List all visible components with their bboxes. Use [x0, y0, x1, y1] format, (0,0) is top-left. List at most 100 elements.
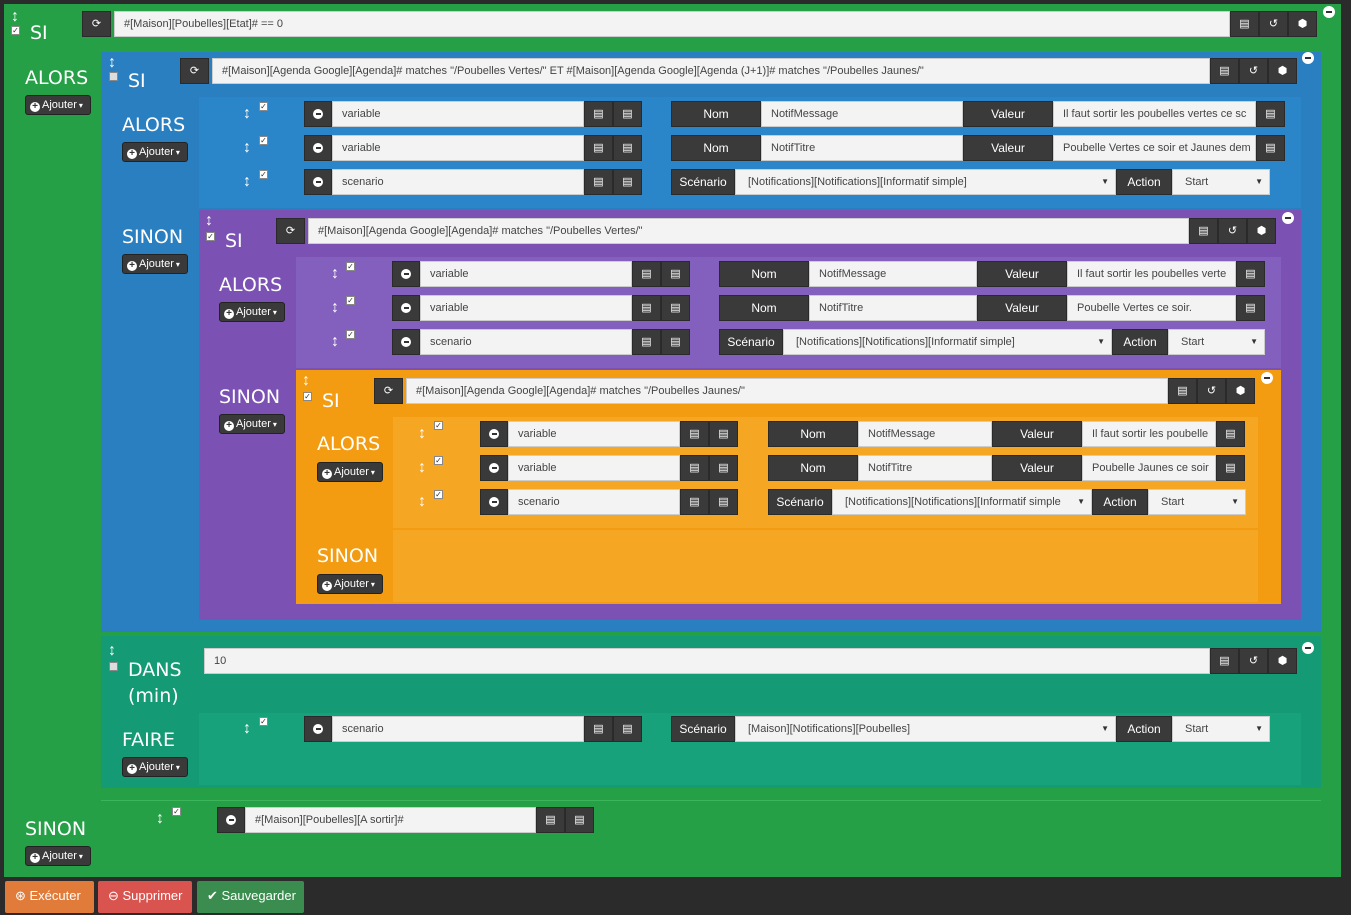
list-icon[interactable]: ▤ — [565, 807, 594, 833]
enable-checkbox[interactable]: ✓ — [206, 232, 215, 241]
enable-checkbox[interactable]: ✓ — [346, 262, 355, 271]
save-button[interactable]: ✔ Sauvegarder — [197, 881, 304, 913]
remove-action-icon[interactable] — [480, 489, 508, 515]
refresh-icon[interactable]: ⟳ — [82, 11, 111, 37]
enable-checkbox[interactable]: ✓ — [346, 296, 355, 305]
list-icon[interactable]: ▤ — [1216, 455, 1245, 481]
list-icon[interactable]: ▤ — [661, 295, 690, 321]
remove-action-icon[interactable] — [304, 135, 332, 161]
list-icon[interactable]: ▤ — [1236, 295, 1265, 321]
list-icon[interactable]: ▤ — [613, 101, 642, 127]
option-value-input[interactable]: Poubelle Vertes ce soir et Jaunes dem — [1053, 135, 1256, 161]
remove-action-icon[interactable] — [304, 101, 332, 127]
refresh-icon[interactable]: ⟳ — [180, 58, 209, 84]
move-handle-icon[interactable]: ↕ — [243, 140, 251, 156]
remove-action-icon[interactable] — [480, 455, 508, 481]
remove-action-icon[interactable] — [217, 807, 245, 833]
add-button[interactable]: + Ajouter ▾ — [219, 302, 285, 322]
list-icon[interactable]: ▤ — [613, 169, 642, 195]
option-value-input[interactable]: NotifTitre — [809, 295, 977, 321]
enable-checkbox[interactable]: ✓ — [259, 170, 268, 179]
option-value-input[interactable]: NotifTitre — [858, 455, 992, 481]
list-icon[interactable]: ▤ — [632, 261, 661, 287]
add-button[interactable]: + Ajouter ▾ — [25, 95, 91, 115]
add-button[interactable]: + Ajouter ▾ — [219, 414, 285, 434]
move-handle-icon[interactable]: ↕ — [331, 334, 339, 350]
enable-checkbox[interactable] — [109, 72, 118, 81]
remove-action-icon[interactable] — [304, 169, 332, 195]
condition-input[interactable]: #[Maison][Agenda Google][Agenda]# matche… — [212, 58, 1210, 84]
scenario-select[interactable]: [Notifications][Notifications][Informati… — [832, 489, 1092, 515]
enable-checkbox[interactable]: ✓ — [259, 136, 268, 145]
list-icon[interactable]: ▤ — [632, 295, 661, 321]
scenario-select[interactable]: [Maison][Notifications][Poubelles] ▼ — [735, 716, 1116, 742]
list-icon[interactable]: ▤ — [1216, 421, 1245, 447]
action-command-input[interactable]: variable — [420, 261, 632, 287]
scenario-select[interactable]: [Notifications][Notifications][Informati… — [783, 329, 1112, 355]
remove-block-icon[interactable] — [1282, 212, 1294, 224]
execute-button[interactable]: ⊛ Exécuter — [5, 881, 94, 913]
move-handle-icon[interactable]: ↕ — [108, 643, 116, 659]
action-command-input[interactable]: variable — [420, 295, 632, 321]
action-command-input[interactable]: scenario — [508, 489, 680, 515]
remove-block-icon[interactable] — [1323, 6, 1335, 18]
remove-action-icon[interactable] — [392, 295, 420, 321]
action-command-input[interactable]: scenario — [332, 716, 584, 742]
enable-checkbox[interactable] — [109, 662, 118, 671]
action-command-input[interactable]: variable — [508, 421, 680, 447]
cube-icon[interactable]: ⬢ — [1226, 378, 1255, 404]
list-icon[interactable]: ▤ — [584, 101, 613, 127]
remove-action-icon[interactable] — [392, 261, 420, 287]
refresh-icon[interactable]: ⟳ — [374, 378, 403, 404]
move-handle-icon[interactable]: ↕ — [331, 266, 339, 282]
move-handle-icon[interactable]: ↕ — [418, 494, 426, 510]
history-icon[interactable]: ↺ — [1259, 11, 1288, 37]
move-handle-icon[interactable]: ↕ — [243, 174, 251, 190]
move-handle-icon[interactable]: ↕ — [156, 811, 164, 827]
list-icon[interactable]: ▤ — [1168, 378, 1197, 404]
enable-checkbox[interactable]: ✓ — [434, 456, 443, 465]
action-command-input[interactable]: scenario — [420, 329, 632, 355]
list-icon[interactable]: ▤ — [680, 421, 709, 447]
option-value-input[interactable]: NotifMessage — [809, 261, 977, 287]
list-icon[interactable]: ▤ — [661, 261, 690, 287]
list-icon[interactable]: ▤ — [613, 135, 642, 161]
history-icon[interactable]: ↺ — [1218, 218, 1247, 244]
enable-checkbox[interactable]: ✓ — [259, 102, 268, 111]
history-icon[interactable]: ↺ — [1197, 378, 1226, 404]
cube-icon[interactable]: ⬢ — [1247, 218, 1276, 244]
option-value-input[interactable]: Poubelle Vertes ce soir. — [1067, 295, 1236, 321]
cube-icon[interactable]: ⬢ — [1288, 11, 1317, 37]
enable-checkbox[interactable]: ✓ — [172, 807, 181, 816]
option-value-input[interactable]: NotifMessage — [858, 421, 992, 447]
add-button[interactable]: + Ajouter ▾ — [25, 846, 91, 866]
enable-checkbox[interactable]: ✓ — [346, 330, 355, 339]
remove-block-icon[interactable] — [1261, 372, 1273, 384]
action-select[interactable]: Start ▼ — [1172, 169, 1270, 195]
action-command-input[interactable]: variable — [332, 135, 584, 161]
option-value-input[interactable]: Il faut sortir les poubelles verte — [1067, 261, 1236, 287]
list-icon[interactable]: ▤ — [536, 807, 565, 833]
remove-action-icon[interactable] — [392, 329, 420, 355]
cube-icon[interactable]: ⬢ — [1268, 648, 1297, 674]
list-icon[interactable]: ▤ — [709, 489, 738, 515]
condition-input[interactable]: #[Maison][Agenda Google][Agenda]# matche… — [406, 378, 1168, 404]
enable-checkbox[interactable]: ✓ — [259, 717, 268, 726]
move-handle-icon[interactable]: ↕ — [243, 106, 251, 122]
remove-action-icon[interactable] — [480, 421, 508, 447]
add-button[interactable]: + Ajouter ▾ — [122, 757, 188, 777]
option-value-input[interactable]: Il faut sortir les poubelles vertes ce s… — [1053, 101, 1256, 127]
action-command-input[interactable]: scenario — [332, 169, 584, 195]
move-handle-icon[interactable]: ↕ — [418, 460, 426, 476]
list-icon[interactable]: ▤ — [1230, 11, 1259, 37]
list-icon[interactable]: ▤ — [632, 329, 661, 355]
action-command-input[interactable]: variable — [332, 101, 584, 127]
action-command-input[interactable]: #[Maison][Poubelles][A sortir]# — [245, 807, 536, 833]
move-handle-icon[interactable]: ↕ — [205, 213, 213, 229]
move-handle-icon[interactable]: ↕ — [418, 426, 426, 442]
cube-icon[interactable]: ⬢ — [1268, 58, 1297, 84]
action-select[interactable]: Start ▼ — [1168, 329, 1265, 355]
remove-block-icon[interactable] — [1302, 642, 1314, 654]
list-icon[interactable]: ▤ — [709, 455, 738, 481]
option-value-input[interactable]: NotifMessage — [761, 101, 963, 127]
